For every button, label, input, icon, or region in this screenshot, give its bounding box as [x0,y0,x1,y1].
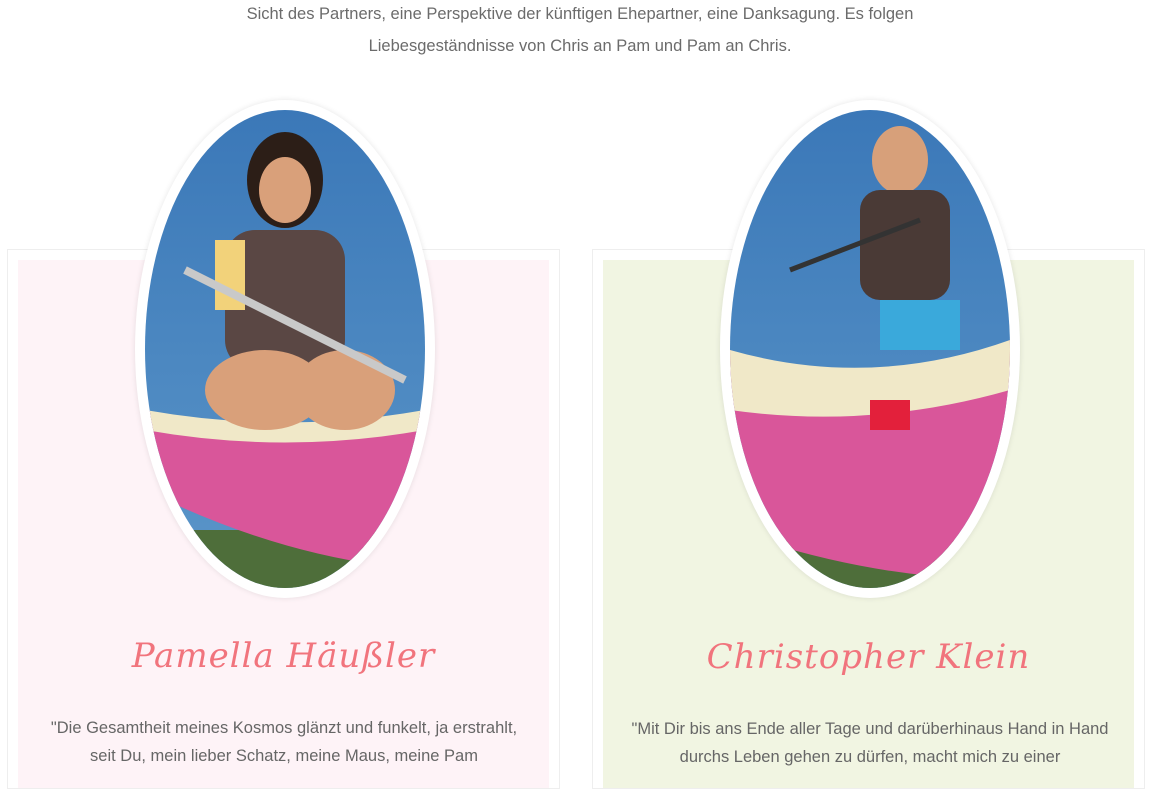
profile-name-pamella: Pamella Häußler [131,636,436,676]
profile-quote-pamella: "Die Gesamtheit meines Kosmos glänzt und… [50,719,518,765]
profile-photo-pamella [145,110,425,588]
profile-photo-christopher [730,110,1010,588]
profile-photo-frame [720,100,1020,598]
profile-quote-christopher: "Mit Dir bis ans Ende aller Tage und dar… [631,720,1109,766]
intro-text: Sicht des Partners, eine Perspektive der… [246,5,914,55]
profile-photo-frame [135,100,435,598]
profile-name-christopher: Christopher Klein [706,637,1031,677]
